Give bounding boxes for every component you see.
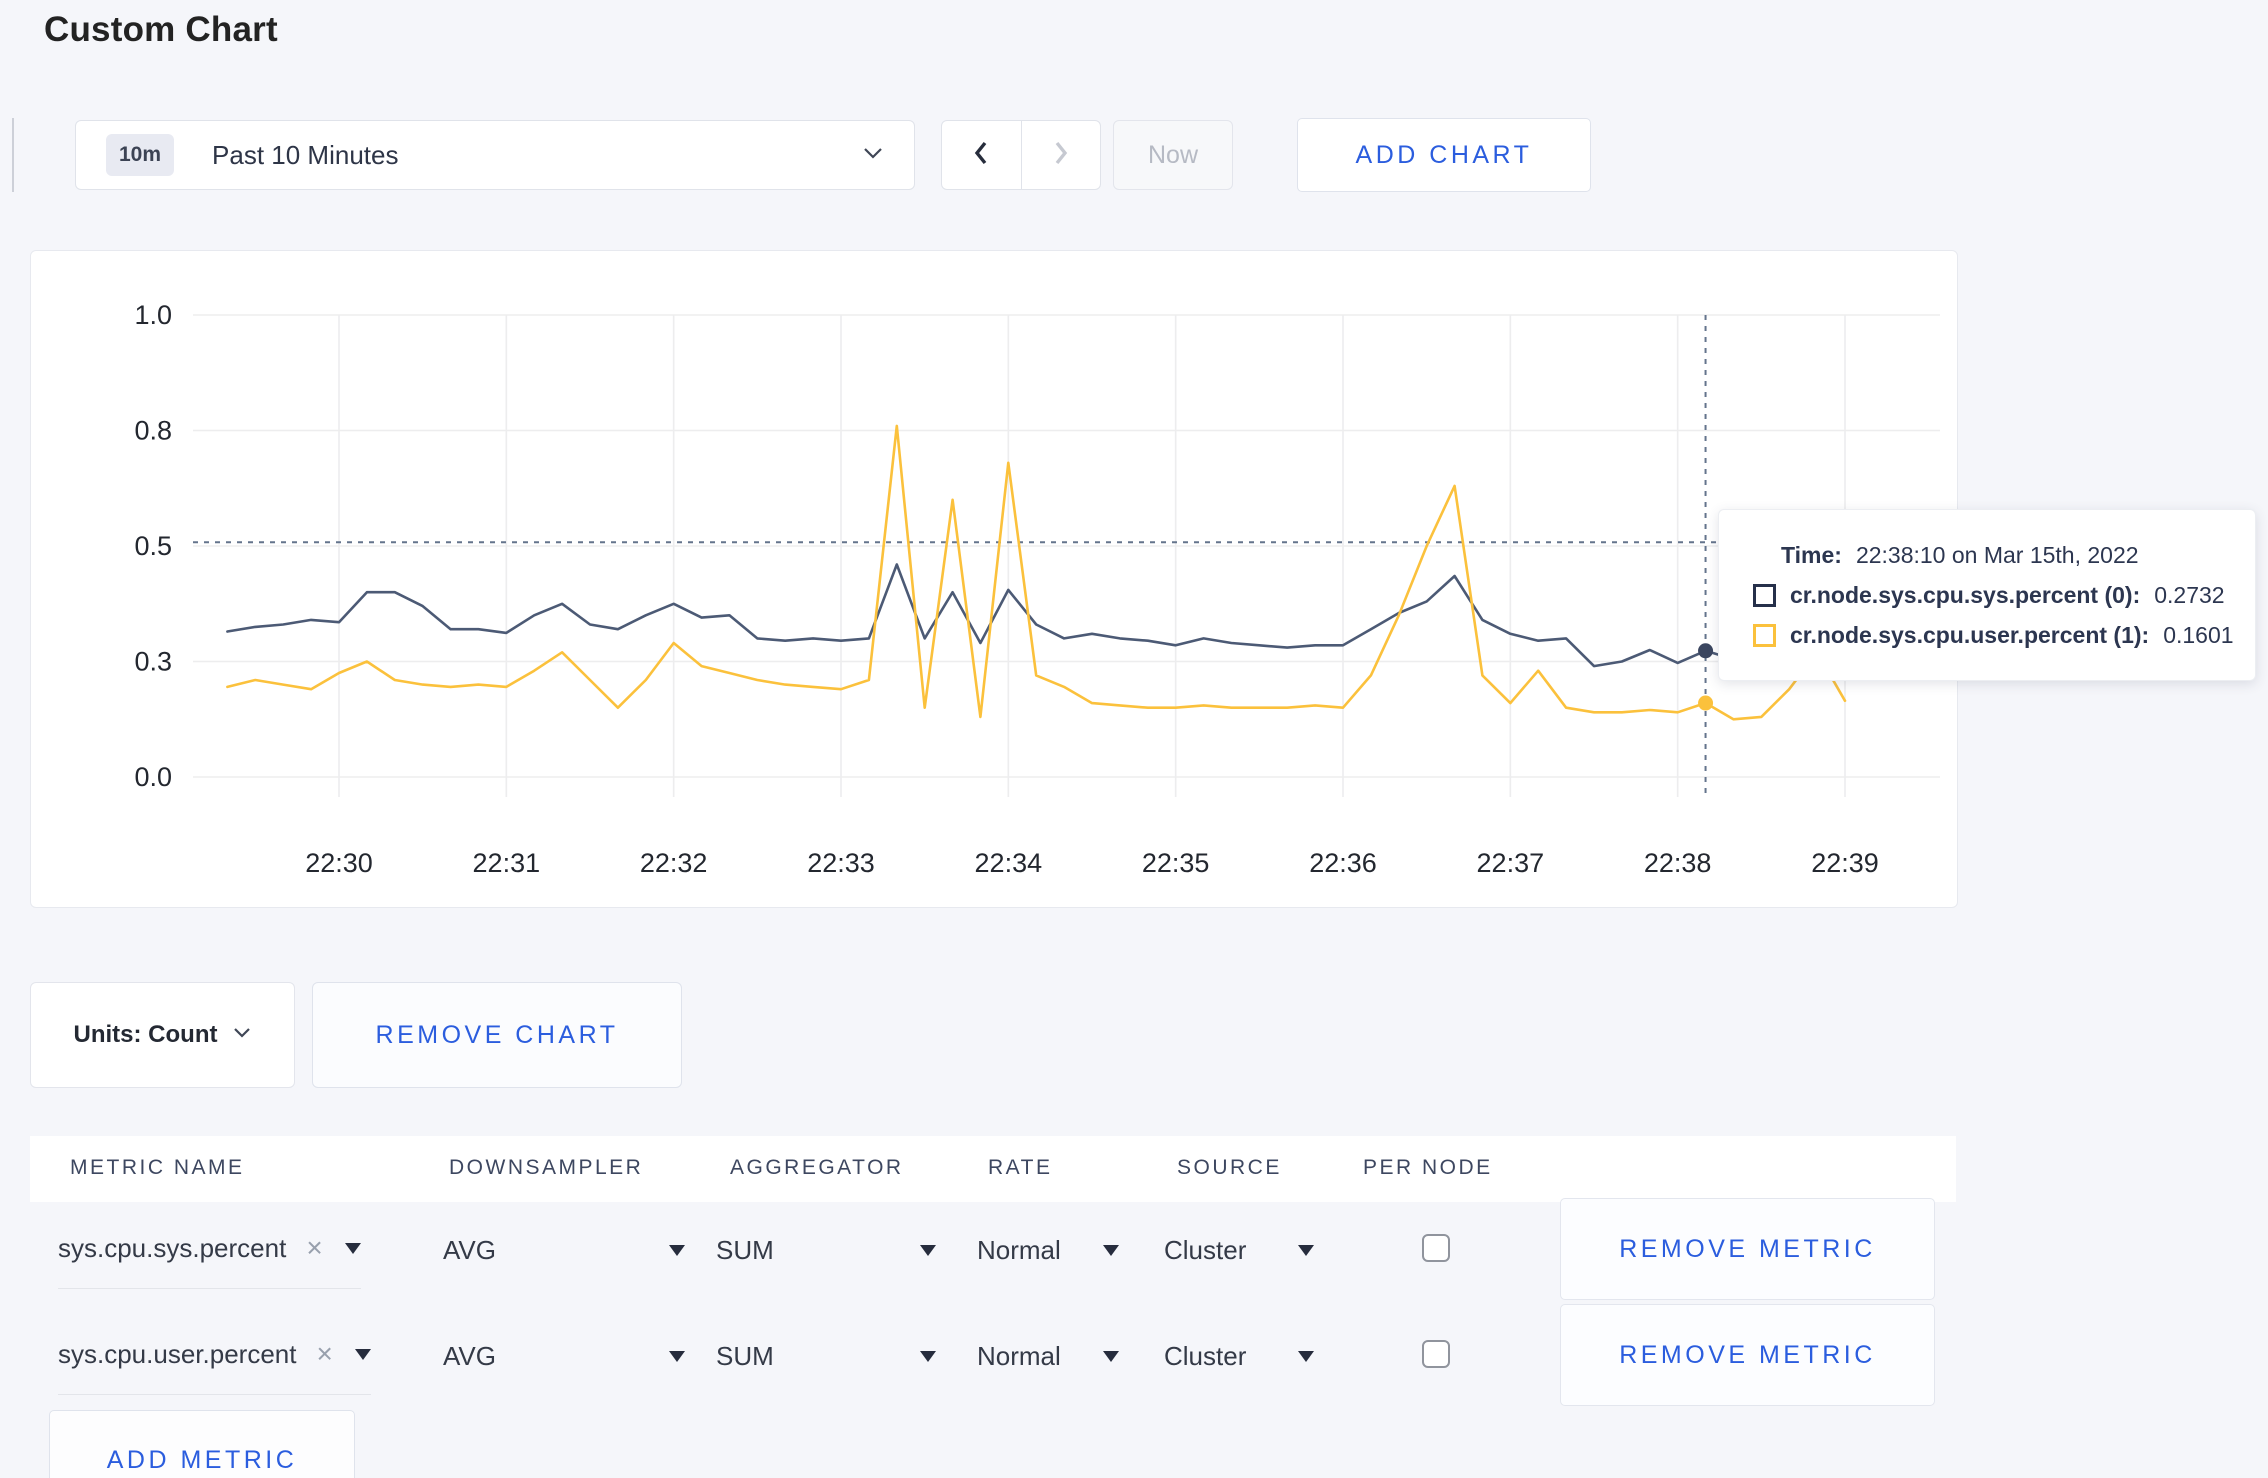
dropdown-arrow-icon[interactable] xyxy=(354,1348,371,1360)
downsampler-select-value: AVG xyxy=(443,1340,496,1371)
dropdown-arrow-icon xyxy=(1298,1244,1314,1256)
chevron-left-icon xyxy=(971,139,991,172)
sys-series-swatch xyxy=(1753,583,1776,607)
page-title: Custom Chart xyxy=(44,10,278,49)
aggregator-select-value: SUM xyxy=(716,1234,774,1265)
y-axis-label: 1.0 xyxy=(134,300,172,330)
remove-chart-button[interactable]: REMOVE CHART xyxy=(312,982,682,1088)
metrics-table-header: METRIC NAME DOWNSAMPLER AGGREGATOR RATE … xyxy=(30,1136,1956,1202)
aggregator-select[interactable]: SUM xyxy=(716,1304,936,1408)
column-header-metric-name: METRIC NAME xyxy=(70,1156,245,1179)
clear-metric-icon[interactable]: × xyxy=(316,1338,332,1370)
crosshair-point xyxy=(1698,643,1714,659)
x-axis-label: 22:37 xyxy=(1477,848,1545,878)
y-axis-label: 0.0 xyxy=(134,762,172,792)
dropdown-arrow-icon xyxy=(920,1244,936,1256)
dropdown-arrow-icon xyxy=(1103,1244,1119,1256)
metric-name-value: sys.cpu.user.percent xyxy=(58,1338,297,1369)
tooltip-series-label: cr.node.sys.cpu.user.percent (1): xyxy=(1790,621,2150,648)
chevron-down-icon xyxy=(862,146,884,165)
custom-chart-plot[interactable]: 0.0 0.3 0.5 0.8 1.0 22:30 22:31 22:32 22:33 22:34… xyxy=(30,250,1956,906)
column-header-downsampler: DOWNSAMPLER xyxy=(449,1156,644,1179)
aggregator-select[interactable]: SUM xyxy=(716,1198,936,1302)
column-header-per-node: PER NODE xyxy=(1363,1156,1493,1179)
x-axis-label: 22:35 xyxy=(1142,848,1210,878)
column-header-rate: RATE xyxy=(988,1156,1053,1179)
next-time-button[interactable] xyxy=(1022,121,1101,189)
series-line-user xyxy=(226,424,1847,721)
column-header-aggregator: AGGREGATOR xyxy=(730,1156,904,1179)
y-axis-label: 0.3 xyxy=(134,647,172,677)
now-button[interactable]: Now xyxy=(1113,120,1233,190)
per-node-checkbox[interactable] xyxy=(1422,1234,1450,1262)
time-range-label: Past 10 Minutes xyxy=(212,139,399,170)
x-axis-label: 22:32 xyxy=(640,848,708,878)
user-series-swatch xyxy=(1753,623,1776,647)
chevron-right-icon xyxy=(1051,139,1071,172)
chevron-down-icon xyxy=(233,1026,251,1044)
dropdown-arrow-icon xyxy=(920,1350,936,1362)
series-line-sys xyxy=(226,563,1847,668)
time-nav-group xyxy=(941,120,1101,190)
tooltip-series-value: 0.1601 xyxy=(2163,621,2234,648)
per-node-checkbox[interactable] xyxy=(1422,1340,1450,1368)
dropdown-arrow-icon xyxy=(669,1244,685,1256)
add-metric-button[interactable]: ADD METRIC xyxy=(49,1410,355,1478)
chart-tooltip: Time: 22:38:10 on Mar 15th, 2022 cr.node… xyxy=(1718,509,2256,681)
left-divider xyxy=(12,118,14,192)
rate-select[interactable]: Normal xyxy=(977,1304,1119,1408)
metric-name-dropdown[interactable]: sys.cpu.user.percent × xyxy=(58,1318,371,1395)
time-range-badge: 10m xyxy=(106,134,175,176)
tooltip-time-value: 22:38:10 on Mar 15th, 2022 xyxy=(1855,541,2139,568)
add-chart-button[interactable]: ADD CHART xyxy=(1297,118,1591,192)
dropdown-arrow-icon xyxy=(669,1350,685,1362)
remove-metric-button[interactable]: REMOVE METRIC xyxy=(1560,1198,1935,1300)
source-select-value: Cluster xyxy=(1164,1234,1247,1265)
metric-name-value: sys.cpu.sys.percent xyxy=(58,1232,287,1263)
source-select[interactable]: Cluster xyxy=(1164,1198,1314,1302)
metric-row: sys.cpu.user.percent × AVG SUM Normal Cluster… xyxy=(30,1304,1956,1408)
downsampler-select-value: AVG xyxy=(443,1234,496,1265)
prev-time-button[interactable] xyxy=(942,121,1022,189)
remove-metric-button[interactable]: REMOVE METRIC xyxy=(1560,1304,1935,1406)
column-header-source: SOURCE xyxy=(1177,1156,1282,1179)
x-axis-label: 22:33 xyxy=(807,848,875,878)
dropdown-arrow-icon xyxy=(1103,1350,1119,1362)
time-range-dropdown[interactable]: 10m Past 10 Minutes xyxy=(75,120,915,190)
x-axis-label: 22:34 xyxy=(975,848,1043,878)
rate-select-value: Normal xyxy=(977,1234,1061,1265)
downsampler-select[interactable]: AVG xyxy=(443,1198,685,1302)
metric-name-dropdown[interactable]: sys.cpu.sys.percent × xyxy=(58,1212,361,1289)
rate-select-value: Normal xyxy=(977,1340,1061,1371)
clear-metric-icon[interactable]: × xyxy=(306,1232,322,1264)
source-select[interactable]: Cluster xyxy=(1164,1304,1314,1408)
rate-select[interactable]: Normal xyxy=(977,1198,1119,1302)
units-dropdown[interactable]: Units: Count xyxy=(30,982,295,1088)
x-axis-label: 22:31 xyxy=(473,848,541,878)
units-label: Units: Count xyxy=(73,1021,218,1048)
metric-row: sys.cpu.sys.percent × AVG SUM Normal Cluster R… xyxy=(30,1198,1956,1302)
aggregator-select-value: SUM xyxy=(716,1340,774,1371)
y-axis-label: 0.5 xyxy=(134,531,172,561)
dropdown-arrow-icon[interactable] xyxy=(344,1242,361,1254)
x-axis-label: 22:39 xyxy=(1811,848,1879,878)
crosshair-point xyxy=(1698,695,1714,711)
x-axis-label: 22:30 xyxy=(305,848,373,878)
x-axis-label: 22:36 xyxy=(1309,848,1377,878)
y-axis-label: 0.8 xyxy=(134,416,172,446)
x-axis-label: 22:38 xyxy=(1644,848,1712,878)
dropdown-arrow-icon xyxy=(1298,1350,1314,1362)
tooltip-series-label: cr.node.sys.cpu.sys.percent (0): xyxy=(1790,581,2141,608)
tooltip-series-value: 0.2732 xyxy=(2154,581,2225,608)
downsampler-select[interactable]: AVG xyxy=(443,1304,685,1408)
source-select-value: Cluster xyxy=(1164,1340,1247,1371)
tooltip-time-label: Time: xyxy=(1781,541,1842,568)
